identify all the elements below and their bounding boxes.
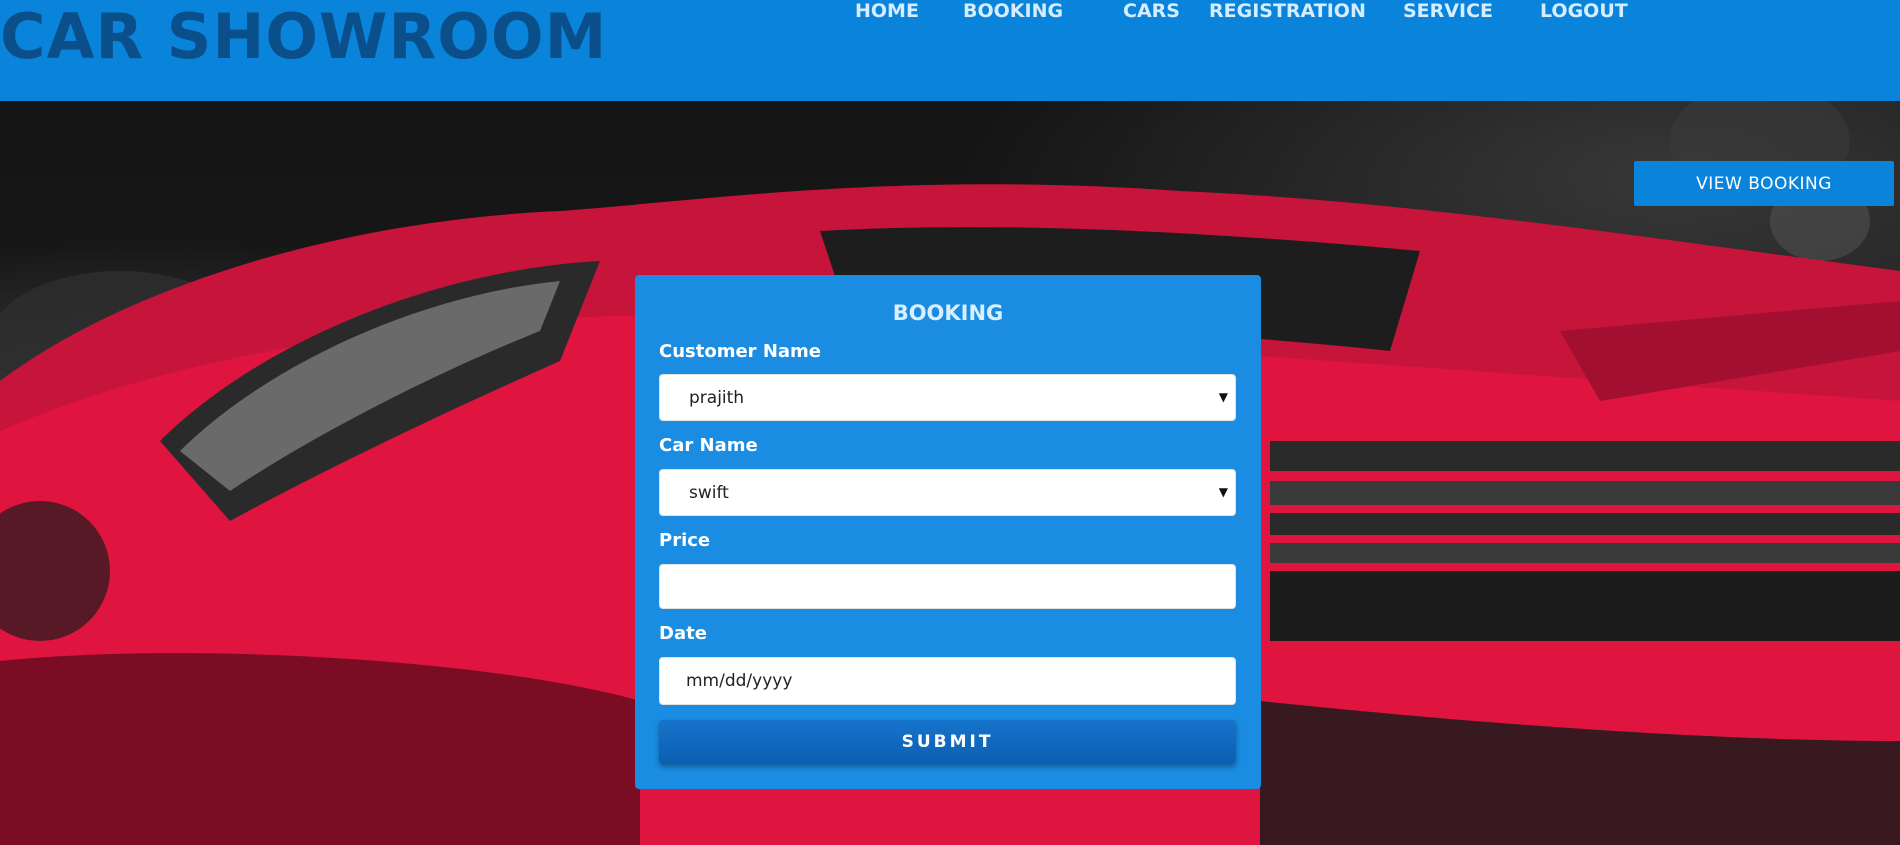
dropdown-caret-icon: ▼ <box>1218 390 1228 404</box>
form-title: BOOKING <box>892 301 1004 325</box>
nav-cars[interactable]: CARS <box>1123 0 1180 22</box>
submit-button[interactable]: SUBMIT <box>659 720 1236 764</box>
nav-home[interactable]: HOME <box>855 0 919 22</box>
date-input[interactable]: mm/dd/yyyy <box>659 657 1236 705</box>
nav-service[interactable]: SERVICE <box>1403 0 1493 22</box>
nav-registration[interactable]: REGISTRATION <box>1209 0 1366 22</box>
car-name-label: Car Name <box>659 435 758 456</box>
customer-name-label: Customer Name <box>659 341 821 362</box>
top-header: CAR SHOWROOM HOME BOOKING CARS REGISTRAT… <box>0 0 1900 101</box>
view-booking-button[interactable]: VIEW BOOKING <box>1634 161 1894 206</box>
date-label: Date <box>659 623 707 644</box>
car-name-select[interactable]: swift ▼ <box>659 469 1236 516</box>
car-name-value: swift <box>689 483 729 503</box>
nav-booking[interactable]: BOOKING <box>963 0 1063 22</box>
price-label: Price <box>659 530 711 551</box>
site-logo-text: CAR SHOWROOM <box>0 0 608 73</box>
price-input[interactable] <box>659 564 1236 609</box>
nav-logout[interactable]: LOGOUT <box>1540 0 1628 22</box>
customer-name-value: prajith <box>689 388 745 408</box>
date-placeholder: mm/dd/yyyy <box>686 671 793 691</box>
customer-name-select[interactable]: prajith ▼ <box>659 374 1236 421</box>
dropdown-caret-icon: ▼ <box>1218 485 1228 499</box>
booking-form: BOOKING Customer Name prajith ▼ Car Name… <box>635 275 1261 789</box>
